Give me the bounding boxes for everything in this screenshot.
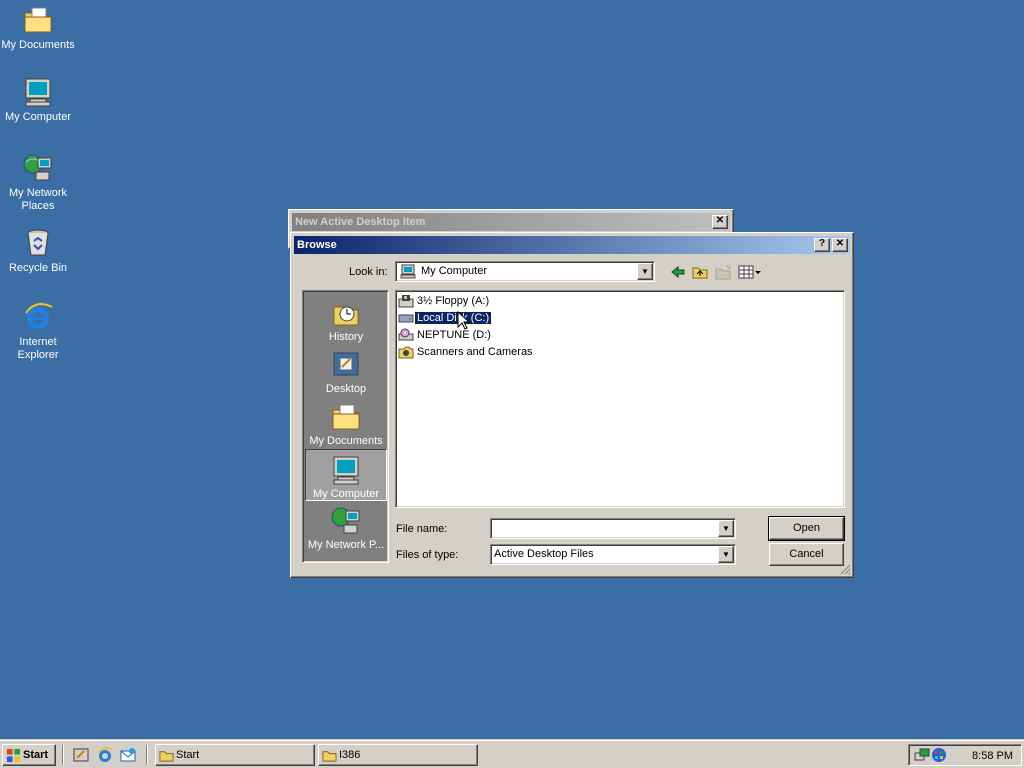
- desktop-icon-my-computer[interactable]: My Computer: [0, 76, 76, 124]
- network-places-icon: [331, 507, 360, 534]
- list-item[interactable]: 3½ Floppy (A:): [398, 293, 491, 309]
- taskbar-item-label: Start: [176, 749, 200, 761]
- camera-icon: [398, 346, 414, 359]
- my-computer-icon: [25, 78, 51, 107]
- file-name-label: File name:: [396, 523, 448, 535]
- start-button[interactable]: Start: [2, 744, 56, 766]
- new-folder-icon[interactable]: [715, 264, 731, 280]
- desktop-icon-network-places[interactable]: My Network Places: [0, 152, 76, 213]
- browse-dialog: Browse ? ✕ Look in: My Computer ▼ Histor…: [290, 232, 854, 578]
- help-button[interactable]: ?: [814, 238, 830, 252]
- view-menu-icon[interactable]: [738, 264, 762, 280]
- show-desktop-icon[interactable]: [72, 746, 90, 764]
- places-item-network-places[interactable]: My Network P...: [305, 501, 387, 553]
- internet-explorer-icon[interactable]: [96, 746, 114, 764]
- outlook-express-icon[interactable]: [119, 746, 137, 764]
- desktop-icon-label: Internet Explorer: [17, 336, 59, 361]
- mouse-cursor-icon: [457, 311, 469, 330]
- files-of-type-select[interactable]: Active Desktop Files ▼: [490, 544, 736, 565]
- close-button[interactable]: ✕: [712, 215, 728, 229]
- places-item-label: Desktop: [325, 383, 367, 395]
- folder-icon: [159, 751, 174, 762]
- file-name-input[interactable]: ▼: [490, 518, 736, 539]
- places-item-history[interactable]: History: [305, 293, 387, 345]
- recycle-bin-icon: [27, 229, 49, 256]
- start-label: Start: [23, 749, 49, 761]
- places-item-label: My Documents: [309, 435, 383, 447]
- list-item[interactable]: NEPTUNE (D:): [398, 327, 493, 343]
- taskbar-item-start-folder[interactable]: Start: [155, 744, 315, 766]
- places-item-desktop[interactable]: Desktop: [305, 345, 387, 397]
- window-title-bar[interactable]: New Active Desktop Item ✕: [292, 213, 730, 231]
- clock[interactable]: 8:58 PM: [972, 746, 1013, 766]
- system-tray: 8:58 PM: [908, 744, 1022, 766]
- look-in-combo[interactable]: My Computer ▼: [395, 261, 655, 282]
- desktop-icon-label: My Computer: [4, 111, 72, 123]
- close-icon: ✕: [715, 215, 725, 226]
- list-item[interactable]: Local Disk (C:): [398, 310, 493, 326]
- my-computer-icon: [333, 456, 359, 485]
- places-item-my-computer[interactable]: My Computer: [305, 449, 387, 501]
- history-icon: [333, 306, 359, 326]
- hard-disk-icon: [398, 314, 414, 323]
- internet-explorer-icon: [25, 303, 53, 329]
- files-of-type-label: Files of type:: [396, 549, 459, 561]
- windows-update-tray-icon[interactable]: [931, 747, 947, 763]
- my-computer-icon: [400, 264, 416, 279]
- cancel-button[interactable]: Cancel: [769, 543, 844, 566]
- desktop-icon-label: My Network Places: [8, 187, 68, 212]
- dialog-title-bar[interactable]: Browse ? ✕: [294, 236, 850, 254]
- places-item-label: History: [328, 331, 364, 343]
- file-name: Local Disk (C:): [413, 311, 493, 325]
- files-of-type-value: Active Desktop Files: [494, 548, 594, 560]
- file-name: 3½ Floppy (A:): [417, 295, 490, 307]
- taskbar-separator: [62, 745, 64, 765]
- my-documents-icon: [24, 7, 52, 33]
- help-icon: ?: [818, 238, 826, 249]
- taskbar-separator: [146, 745, 148, 765]
- up-folder-icon[interactable]: [692, 264, 708, 280]
- look-in-value: My Computer: [421, 265, 488, 277]
- resize-grip-icon[interactable]: [839, 563, 851, 575]
- windows-logo-icon: [6, 748, 21, 763]
- desktop-icon-label: Recycle Bin: [8, 262, 68, 274]
- desktop-icon-recycle-bin[interactable]: Recycle Bin: [0, 227, 76, 275]
- chevron-down-icon[interactable]: ▼: [637, 263, 653, 280]
- floppy-drive-icon: [398, 295, 414, 308]
- folder-icon: [322, 751, 337, 762]
- places-item-label: My Network P...: [307, 539, 385, 551]
- desktop-icon: [333, 352, 359, 376]
- list-item[interactable]: Scanners and Cameras: [398, 344, 535, 360]
- network-tray-icon[interactable]: [914, 747, 930, 763]
- network-places-icon: [23, 154, 52, 181]
- open-button[interactable]: Open: [768, 516, 845, 541]
- places-item-my-documents[interactable]: My Documents: [305, 397, 387, 449]
- chevron-down-icon[interactable]: ▼: [718, 546, 734, 563]
- close-icon: ✕: [835, 238, 845, 249]
- taskbar-item-i386-folder[interactable]: I386: [318, 744, 478, 766]
- file-name: Scanners and Cameras: [417, 346, 533, 358]
- desktop-icon-my-documents[interactable]: My Documents: [0, 4, 76, 52]
- taskbar-item-label: I386: [339, 749, 361, 761]
- cd-drive-icon: [398, 328, 414, 341]
- places-bar: History Desktop My Documents My Computer…: [302, 290, 389, 563]
- look-in-label: Look in:: [349, 266, 388, 278]
- window-title: New Active Desktop Item: [295, 216, 426, 228]
- taskbar: Start Start I386 8:58 PM: [0, 740, 1024, 768]
- places-item-label: My Computer: [312, 488, 380, 500]
- my-documents-icon: [332, 404, 360, 430]
- file-name: NEPTUNE (D:): [417, 329, 491, 341]
- desktop-icon-internet-explorer[interactable]: Internet Explorer: [0, 301, 76, 362]
- back-icon[interactable]: [670, 264, 686, 280]
- close-button[interactable]: ✕: [832, 238, 848, 252]
- dialog-title: Browse: [297, 239, 337, 251]
- chevron-down-icon[interactable]: ▼: [718, 520, 734, 537]
- desktop-icon-label: My Documents: [1, 39, 75, 51]
